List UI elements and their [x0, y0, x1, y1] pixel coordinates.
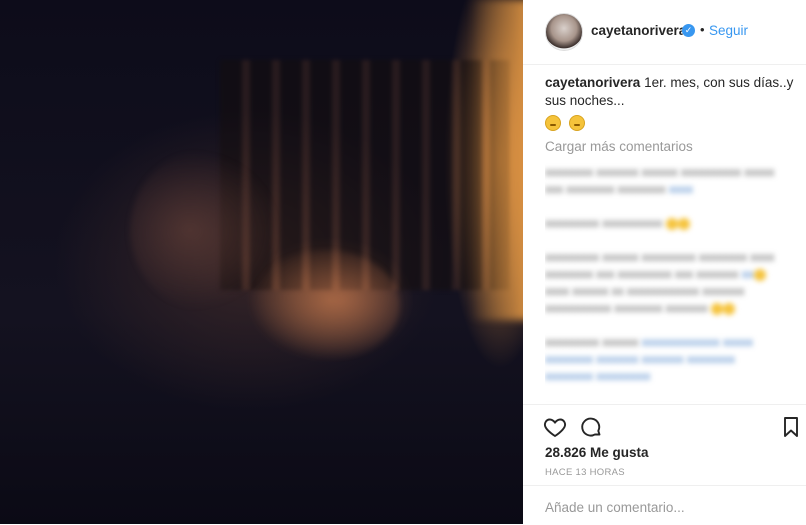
blurred-comment-line: xxxx xxxxxx xx xxxxxxxxxxxx xxxxxxx	[545, 284, 745, 298]
add-comment-bar	[523, 485, 806, 525]
caption-username[interactable]: cayetanorivera	[545, 75, 640, 90]
blurred-comment-line: xxxxxxxxx xxxxxx xxxxxxxxx xxxxxxxx xxxx	[545, 250, 775, 264]
username-link[interactable]: cayetanorivera	[591, 23, 686, 38]
weary-face-emoji	[545, 114, 561, 131]
header-separator: •	[700, 22, 705, 37]
bookmark-icon[interactable]	[779, 415, 803, 439]
caption: cayetanorivera 1er. mes, con sus días..y…	[545, 74, 800, 110]
blurred-comment-line	[545, 385, 800, 402]
blurred-comment-line: xxxxxxxx xxxxxxxxx	[545, 369, 651, 383]
blurred-comments: xxxxxxxx xxxxxxx xxxxxx xxxxxxxxxx xxxxx…	[545, 164, 800, 402]
blurred-comment-line	[545, 198, 800, 215]
grinning-sweat-emoji	[568, 114, 585, 131]
comment-input[interactable]	[545, 498, 785, 516]
photo-lamp-glow	[470, 0, 523, 320]
blurred-comment-line: xxxxxxxxx xxxxxxxxxx	[545, 215, 800, 232]
blurred-comment-line: xxxxxxxxxxx xxxxxxxx xxxxxxx	[545, 300, 800, 317]
post-photo[interactable]	[0, 0, 523, 524]
photo-baby	[250, 250, 400, 360]
blurred-comment-line: xxxxxxxx xxxxxxx xxxxxx xxxxxxxxxx xxxxx	[545, 165, 775, 179]
blurred-comment-line	[545, 317, 800, 334]
comments-list[interactable]: cayetanorivera 1er. mes, con sus días..y…	[545, 74, 800, 402]
follow-button[interactable]: Seguir	[709, 23, 748, 38]
load-more-comments-button[interactable]: Cargar más comentarios	[545, 138, 800, 156]
heart-icon[interactable]	[543, 415, 567, 439]
blurred-comment-line: xxxxxxxxx xxxxxx xxxxxxxxxxxxx xxxxx	[545, 335, 754, 349]
post-actions: 28.826 Me gusta HACE 13 HORAS	[523, 404, 806, 478]
blurred-comment-line: xxx xxxxxxxx xxxxxxxx xxxx	[545, 182, 694, 196]
post-timestamp[interactable]: HACE 13 HORAS	[545, 467, 625, 478]
blurred-comment-line: xxxxxxxx xxx xxxxxxxxx xxx xxxxxxx xx	[545, 266, 800, 283]
blurred-comment-line: xxxxxxxx xxxxxxx xxxxxxx xxxxxxxx	[545, 352, 736, 366]
post-header: cayetanorivera ✓ • Seguir	[523, 0, 806, 65]
verified-badge-icon: ✓	[682, 24, 695, 37]
post-sidebar: cayetanorivera ✓ • Seguir cayetanorivera…	[523, 0, 806, 524]
avatar[interactable]	[545, 13, 583, 51]
blurred-comment-line	[545, 232, 800, 249]
likes-count[interactable]: 28.826 Me gusta	[545, 445, 649, 460]
comment-icon[interactable]	[579, 415, 603, 439]
caption-emojis	[545, 113, 800, 131]
